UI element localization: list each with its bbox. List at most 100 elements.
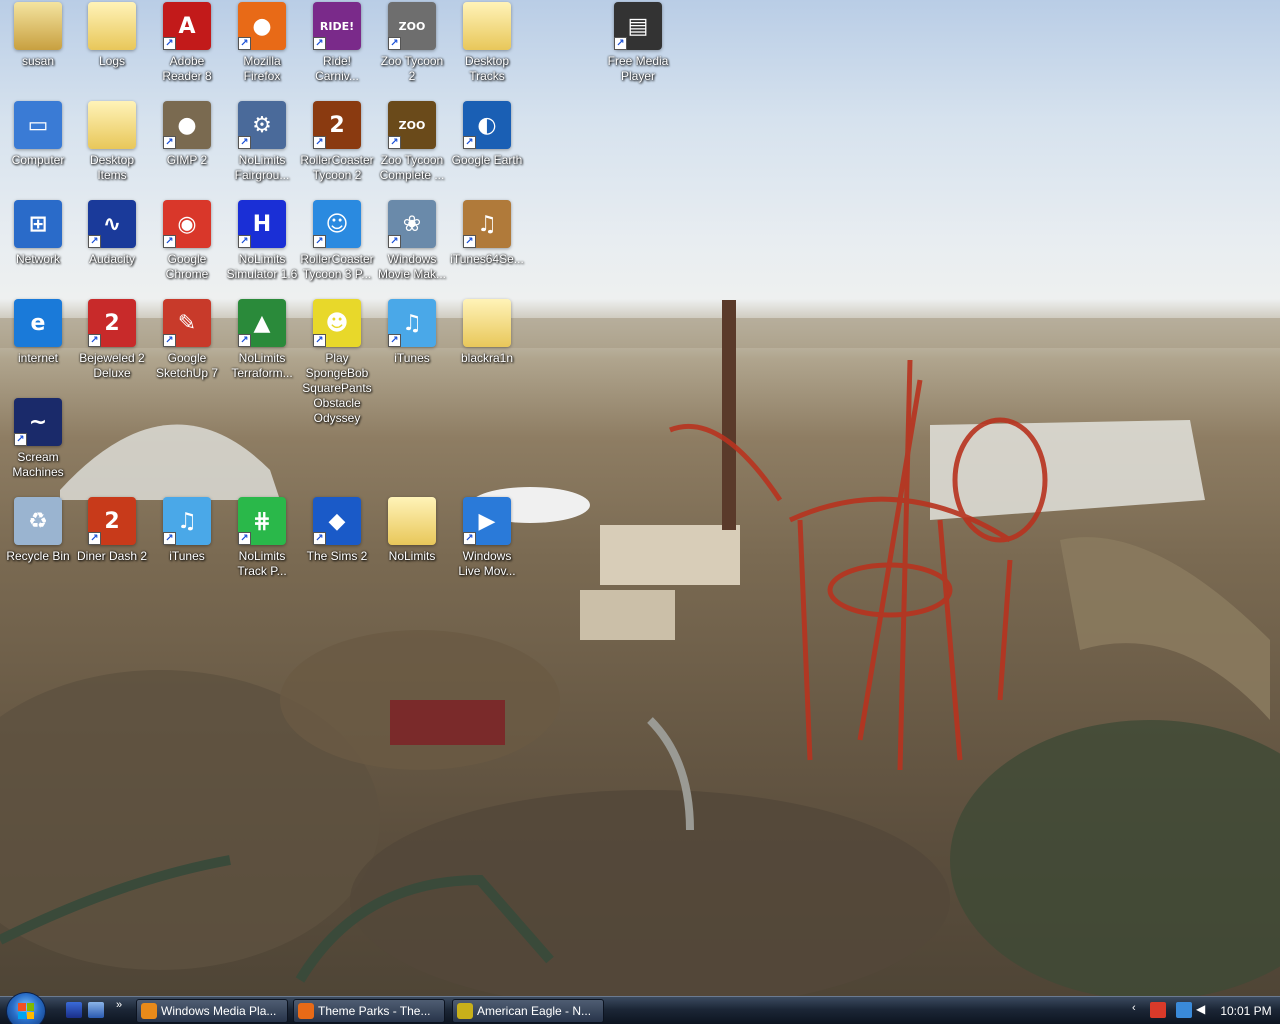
icon-label: GIMP 2 [166,153,208,167]
gimp-icon: ● ↗ [163,101,211,149]
taskbar: » Windows Media Pla... Theme Parks - The.… [0,992,1280,1024]
icon-label: Mozilla Firefox [243,54,281,83]
shortcut-arrow-icon: ↗ [238,37,251,50]
icon-zoo-tycoon-2[interactable]: ZOO ↗ Zoo Tycoon 2 [374,2,450,84]
shortcut-arrow-icon: ↗ [388,235,401,248]
icon-label: Scream Machines [12,450,64,479]
icon-nolimits-fairground[interactable]: ⚙ ↗ NoLimits Fairgrou... [224,101,300,183]
security-alert-icon[interactable] [1150,1002,1166,1018]
icon-nolimits-folder[interactable]: NoLimits [374,497,450,564]
icon-scream-machines[interactable]: ~ ↗ Scream Machines [0,398,76,480]
icon-the-sims-2[interactable]: ◆ ↗ The Sims 2 [299,497,375,564]
icon-label: Windows Live Mov... [458,549,516,578]
shortcut-arrow-icon: ↗ [163,334,176,347]
start-button[interactable] [6,992,46,1024]
icon-audacity[interactable]: ∿ ↗ Audacity [74,200,150,267]
diner-dash-icon: 2 ↗ [88,497,136,545]
quick-launch-more[interactable]: » [116,999,122,1011]
icon-free-media-player[interactable]: ▤ ↗ Free Media Player [600,2,676,84]
shortcut-arrow-icon: ↗ [388,37,401,50]
folder-icon [88,2,136,50]
shortcut-arrow-icon: ↗ [238,136,251,149]
icon-recycle-bin[interactable]: ♻ Recycle Bin [0,497,76,564]
computer-icon: ▭ [14,101,62,149]
sketchup-icon: ✎ ↗ [163,299,211,347]
icon-itunes64setup[interactable]: ♫ ↗ iTunes64Se... [449,200,525,267]
icon-firefox[interactable]: ● ↗ Mozilla Firefox [224,2,300,84]
icon-nolimits-simulator[interactable]: H ↗ NoLimits Simulator 1.6 [224,200,300,282]
icon-label: RollerCoaster Tycoon 2 [300,153,374,182]
icon-google-chrome[interactable]: ◉ ↗ Google Chrome [149,200,225,282]
recycle-bin-icon: ♻ [14,497,62,545]
icon-bejeweled[interactable]: 2 ↗ Bejeweled 2 Deluxe [74,299,150,381]
icon-nolimits-track[interactable]: ⋕ ↗ NoLimits Track P... [224,497,300,579]
icon-susan[interactable]: susan [0,2,76,69]
icon-desktop-tracks[interactable]: Desktop Tracks [449,2,525,84]
icon-label: Windows Movie Mak... [377,252,446,281]
terraform-icon: ▲ ↗ [238,299,286,347]
icon-label: Computer [11,153,65,167]
network-status-icon[interactable] [1176,1002,1192,1018]
icon-itunes-2[interactable]: ♫ ↗ iTunes [149,497,225,564]
icon-diner-dash-2[interactable]: 2 ↗ Diner Dash 2 [74,497,150,564]
task-theme-parks[interactable]: Theme Parks - The... [293,999,445,1023]
icon-network[interactable]: ⊞ Network [0,200,76,267]
shortcut-arrow-icon: ↗ [238,235,251,248]
icon-label: NoLimits Simulator 1.6 [226,252,298,281]
icon-label: NoLimits Terraform... [231,351,293,380]
icon-label: NoLimits [388,549,436,563]
icon-spongebob[interactable]: ☻ ↗ Play SpongeBob SquarePants Obstacle Od… [299,299,375,426]
switch-windows-icon[interactable] [66,1002,82,1018]
icon-label: susan [21,54,55,68]
drop-tower [722,300,736,530]
audacity-icon: ∿ ↗ [88,200,136,248]
icon-label: Zoo Tycoon Complete ... [379,153,445,182]
folder-icon [463,299,511,347]
shortcut-arrow-icon: ↗ [238,334,251,347]
nolimits-icon: H ↗ [238,200,286,248]
icon-itunes-1[interactable]: ♫ ↗ iTunes [374,299,450,366]
icon-label: Google Earth [451,153,523,167]
icon-blackra1n[interactable]: blackra1n [449,299,525,366]
tree-cluster [950,720,1280,996]
firefox-icon: ● ↗ [238,2,286,50]
icon-label: NoLimits Fairgrou... [234,153,290,182]
wooden-coaster-left [60,424,280,500]
icon-label: Play SpongeBob SquarePants Obstacle Odys… [302,351,372,425]
icon-zoo-tycoon-complete[interactable]: ZOO ↗ Zoo Tycoon Complete ... [374,101,450,183]
icon-windows-live-movie[interactable]: ▶ ↗ Windows Live Mov... [449,497,525,579]
volume-icon[interactable]: ◀ [1196,1002,1212,1018]
windows-logo-icon [18,1003,34,1019]
spongebob-icon: ☻ ↗ [313,299,361,347]
icon-label: Adobe Reader 8 [162,54,212,83]
icon-sketchup[interactable]: ✎ ↗ Google SketchUp 7 [149,299,225,381]
icon-label: Diner Dash 2 [76,549,148,563]
icon-logs[interactable]: Logs [74,2,150,69]
shortcut-arrow-icon: ↗ [463,532,476,545]
icon-label: iTunes64Se... [450,252,524,266]
icon-rct3[interactable]: ☺ ↗ RollerCoaster Tycoon 3 P... [299,200,375,282]
icon-desktop-items[interactable]: Desktop Items [74,101,150,183]
user-folder-icon [14,2,62,50]
icon-adobe-reader[interactable]: A ↗ Adobe Reader 8 [149,2,225,84]
internet-explorer-icon: e [14,299,62,347]
icon-label: Google Chrome [165,252,209,281]
icon-internet[interactable]: e internet [0,299,76,366]
shortcut-arrow-icon: ↗ [313,136,326,149]
icon-nolimits-terraform[interactable]: ▲ ↗ NoLimits Terraform... [224,299,300,381]
park-building [580,590,675,640]
icon-windows-movie-maker[interactable]: ❀ ↗ Windows Movie Mak... [374,200,450,282]
icon-gimp[interactable]: ● ↗ GIMP 2 [149,101,225,168]
icon-label: Bejeweled 2 Deluxe [79,351,145,380]
clock[interactable]: 10:01 PM [1216,997,1276,1024]
icon-ride[interactable]: RIDE! ↗ Ride! Carniv... [299,2,375,84]
icon-label: NoLimits Track P... [237,549,287,578]
tray-expand-icon[interactable]: ‹ [1132,1002,1148,1018]
task-american-eagle[interactable]: American Eagle - N... [452,999,604,1023]
network-icon: ⊞ [14,200,62,248]
icon-rollercoaster-tycoon-2[interactable]: 2 ↗ RollerCoaster Tycoon 2 [299,101,375,183]
icon-google-earth[interactable]: ◐ ↗ Google Earth [449,101,525,168]
show-desktop-icon[interactable] [88,1002,104,1018]
icon-computer[interactable]: ▭ Computer [0,101,76,168]
task-windows-media-player[interactable]: Windows Media Pla... [136,999,288,1023]
